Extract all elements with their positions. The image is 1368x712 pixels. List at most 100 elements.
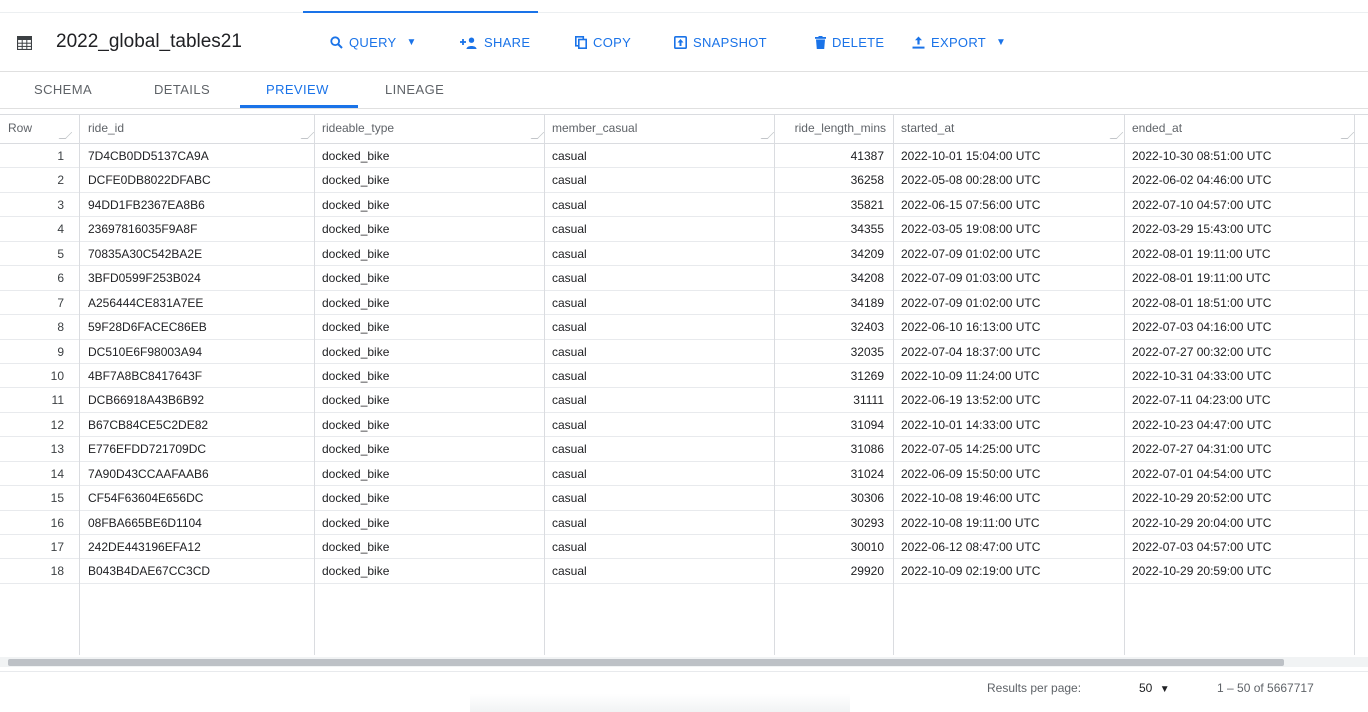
tab-details[interactable]: DETAILS: [154, 72, 210, 108]
cell-started-at: 2022-07-05 14:25:00 UTC: [901, 442, 1041, 457]
cell-ended-at: 2022-07-27 04:31:00 UTC: [1132, 442, 1272, 457]
column-header-rideable-type[interactable]: rideable_type: [314, 115, 544, 143]
table-row[interactable]: 3 94DD1FB2367EA8B6 docked_bike casual 35821 2…: [0, 193, 1368, 218]
cell-ended-at: 2022-10-29 20:04:00 UTC: [1132, 515, 1272, 530]
cell-ride-id: A256444CE831A7EE: [88, 295, 204, 310]
detail-tabs: SCHEMA DETAILS PREVIEW LINEAGE: [0, 72, 1368, 108]
footer-divider: [0, 671, 1368, 672]
snapshot-button[interactable]: SNAPSHOT: [674, 35, 767, 50]
copy-button[interactable]: COPY: [575, 35, 631, 50]
tab-lineage[interactable]: LINEAGE: [385, 72, 444, 108]
table-row[interactable]: 1 7D4CB0DD5137CA9A docked_bike casual 41387 2…: [0, 144, 1368, 169]
footer-shadow: [470, 694, 850, 712]
table-row[interactable]: 2 DCFE0DB8022DFABC docked_bike casual 36258 2…: [0, 168, 1368, 193]
cell-ride-id: DC510E6F98003A94: [88, 344, 203, 359]
cell-ended-at: 2022-10-31 04:33:00 UTC: [1132, 368, 1272, 383]
results-per-page-label: Results per page:: [987, 681, 1082, 695]
cell-started-at: 2022-07-09 01:02:00 UTC: [901, 295, 1041, 310]
cell-ended-at: 2022-08-01 19:11:00 UTC: [1132, 271, 1271, 286]
cell-row-number: 1: [57, 149, 64, 163]
results-per-page-select[interactable]: 50 ▼: [1139, 681, 1170, 695]
table-row[interactable]: 10 4BF7A8BC8417643F docked_bike casual 31269…: [0, 364, 1368, 389]
share-button[interactable]: SHARE: [460, 35, 530, 50]
cell-ride-id: 7A90D43CCAAFAAB6: [88, 466, 209, 481]
cell-member-casual: casual: [552, 320, 587, 335]
table-row[interactable]: 12 B67CB84CE5C2DE82 docked_bike casual 31094…: [0, 413, 1368, 438]
column-divider: [893, 114, 894, 655]
cell-ride-length: 29920: [850, 564, 884, 579]
cell-member-casual: casual: [552, 393, 587, 408]
query-button[interactable]: QUERY ▼: [330, 35, 417, 50]
cell-member-casual: casual: [552, 197, 587, 212]
cell-rideable-type: docked_bike: [322, 491, 390, 506]
column-header-ride-id[interactable]: ride_id: [80, 115, 314, 143]
cell-started-at: 2022-07-04 18:37:00 UTC: [901, 344, 1041, 359]
table-row[interactable]: 5 70835A30C542BA2E docked_bike casual 34209 2…: [0, 242, 1368, 267]
table-row[interactable]: 9 DC510E6F98003A94 docked_bike casual 32035 2…: [0, 340, 1368, 364]
grid-body: 1 7D4CB0DD5137CA9A docked_bike casual 41387 2…: [0, 144, 1368, 584]
table-row[interactable]: 11 DCB66918A43B6B92 docked_bike casual 31111…: [0, 388, 1368, 413]
cell-ride-id: 08FBA665BE6D1104: [88, 515, 202, 530]
tab-preview[interactable]: PREVIEW: [266, 72, 329, 108]
cell-started-at: 2022-10-09 11:24:00 UTC: [901, 368, 1040, 383]
table-row[interactable]: 16 08FBA665BE6D1104 docked_bike casual 30293…: [0, 511, 1368, 535]
table-row[interactable]: 8 59F28D6FACEC86EB docked_bike casual 32403 2…: [0, 315, 1368, 340]
cell-member-casual: casual: [552, 271, 587, 286]
column-header-ride-length[interactable]: ride_length_mins: [774, 115, 892, 143]
cell-member-casual: casual: [552, 491, 587, 506]
delete-button[interactable]: DELETE: [815, 35, 884, 50]
cell-ride-length: 34209: [850, 246, 884, 261]
cell-rideable-type: docked_bike: [322, 564, 390, 579]
query-button-label: QUERY: [349, 35, 397, 50]
cell-ride-id: DCFE0DB8022DFABC: [88, 173, 211, 188]
export-button[interactable]: EXPORT ▼: [912, 35, 1006, 50]
share-button-label: SHARE: [484, 35, 531, 50]
cell-ended-at: 2022-10-30 08:51:00 UTC: [1132, 149, 1272, 163]
cell-rideable-type: docked_bike: [322, 442, 390, 457]
cell-rideable-type: docked_bike: [322, 246, 390, 261]
column-header-member-casual[interactable]: member_casual: [544, 115, 774, 143]
cell-started-at: 2022-05-08 00:28:00 UTC: [901, 173, 1041, 188]
cell-ride-id: 59F28D6FACEC86EB: [88, 320, 207, 335]
top-border: [0, 12, 1368, 13]
cell-ride-id: 3BFD0599F253B024: [88, 271, 201, 286]
table-row[interactable]: 6 3BFD0599F253B024 docked_bike casual 34208 2…: [0, 266, 1368, 291]
cell-member-casual: casual: [552, 515, 587, 530]
cell-ride-length: 32035: [850, 344, 884, 359]
table-row[interactable]: 18 B043B4DAE67CC3CD docked_bike casual 29920…: [0, 559, 1368, 584]
cell-ride-length: 34355: [850, 222, 884, 237]
cell-ride-id: B67CB84CE5C2DE82: [88, 417, 209, 432]
cell-ride-length: 30306: [850, 491, 884, 506]
cell-member-casual: casual: [552, 540, 587, 554]
column-header-ended-at[interactable]: ended_at: [1124, 115, 1354, 143]
cell-ride-length: 30293: [850, 515, 884, 530]
trash-icon: [815, 36, 826, 49]
table-row[interactable]: 4 23697816035F9A8F docked_bike casual 34355 2…: [0, 217, 1368, 242]
column-divider: [79, 114, 80, 655]
table-row[interactable]: 15 CF54F63604E656DC docked_bike casual 30306…: [0, 486, 1368, 511]
cell-started-at: 2022-06-12 08:47:00 UTC: [901, 540, 1041, 554]
table-row[interactable]: 17 242DE443196EFA12 docked_bike casual 30010…: [0, 535, 1368, 560]
cell-rideable-type: docked_bike: [322, 417, 390, 432]
cell-member-casual: casual: [552, 222, 587, 237]
tab-schema[interactable]: SCHEMA: [34, 72, 92, 108]
cell-member-casual: casual: [552, 442, 587, 457]
table-row[interactable]: 14 7A90D43CCAAFAAB6 docked_bike casual 31024…: [0, 462, 1368, 487]
cell-row-number: 16: [50, 515, 64, 530]
cell-row-number: 13: [50, 442, 64, 457]
chevron-down-icon: ▼: [406, 37, 417, 48]
table-row[interactable]: 13 E776EFDD721709DC docked_bike casual 31086…: [0, 437, 1368, 462]
cell-started-at: 2022-06-09 15:50:00 UTC: [901, 466, 1041, 481]
cell-ended-at: 2022-03-29 15:43:00 UTC: [1132, 222, 1272, 237]
cell-member-casual: casual: [552, 295, 587, 310]
column-header-started-at[interactable]: started_at: [893, 115, 1123, 143]
cell-row-number: 11: [51, 393, 64, 408]
horizontal-scrollbar-thumb[interactable]: [8, 659, 1284, 666]
cell-row-number: 18: [50, 564, 64, 579]
active-editor-indicator: [303, 11, 538, 13]
cell-started-at: 2022-10-08 19:11:00 UTC: [901, 515, 1040, 530]
cell-ride-length: 31094: [850, 417, 884, 432]
table-row[interactable]: 7 A256444CE831A7EE docked_bike casual 34189 2…: [0, 291, 1368, 316]
copy-button-label: COPY: [593, 35, 632, 50]
column-divider: [1354, 114, 1355, 655]
